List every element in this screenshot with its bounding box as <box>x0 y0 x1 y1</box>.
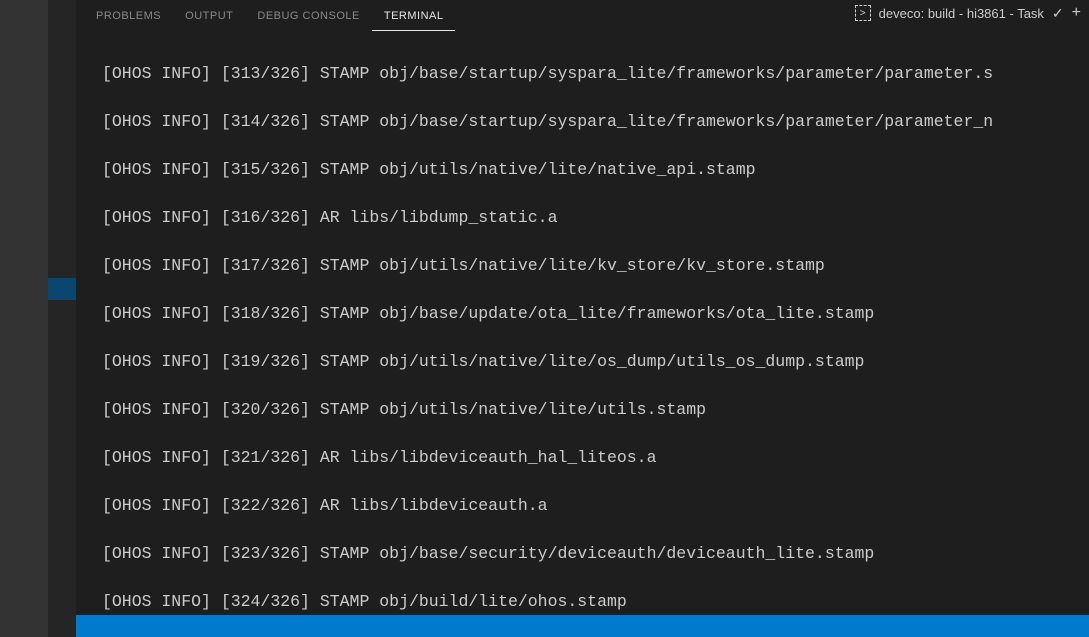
task-picker[interactable]: > deveco: build - hi3861 - Task ✓ + <box>855 4 1081 22</box>
terminal-line: [OHOS INFO] [323/326] STAMP obj/base/sec… <box>102 542 1089 566</box>
sidebar <box>48 0 76 637</box>
terminal-line: [OHOS INFO] [317/326] STAMP obj/utils/na… <box>102 254 1089 278</box>
terminal-line: [OHOS INFO] [319/326] STAMP obj/utils/na… <box>102 350 1089 374</box>
terminal-output[interactable]: [OHOS INFO] [313/326] STAMP obj/base/sta… <box>76 32 1089 615</box>
terminal-line: [OHOS INFO] [315/326] STAMP obj/utils/na… <box>102 158 1089 182</box>
task-run-icon[interactable]: > <box>855 5 871 21</box>
panel-tabs: PROBLEMS OUTPUT DEBUG CONSOLE TERMINAL >… <box>76 0 1089 32</box>
terminal-line: [OHOS INFO] [313/326] STAMP obj/base/sta… <box>102 62 1089 86</box>
terminal-line: [OHOS INFO] [322/326] AR libs/libdevicea… <box>102 494 1089 518</box>
terminal-line: [OHOS INFO] [314/326] STAMP obj/base/sta… <box>102 110 1089 134</box>
terminal-line: [OHOS INFO] [324/326] STAMP obj/build/li… <box>102 590 1089 614</box>
check-icon: ✓ <box>1052 5 1064 22</box>
tab-terminal[interactable]: TERMINAL <box>372 2 456 31</box>
tab-problems[interactable]: PROBLEMS <box>84 2 173 30</box>
terminal-line: [OHOS INFO] [321/326] AR libs/libdevicea… <box>102 446 1089 470</box>
tab-output[interactable]: OUTPUT <box>173 2 245 30</box>
task-label: deveco: build - hi3861 - Task <box>879 6 1044 21</box>
terminal-line: [OHOS INFO] [318/326] STAMP obj/base/upd… <box>102 302 1089 326</box>
status-bar[interactable] <box>76 615 1089 637</box>
terminal-line: [OHOS INFO] [320/326] STAMP obj/utils/na… <box>102 398 1089 422</box>
new-terminal-button[interactable]: + <box>1072 4 1081 22</box>
activity-bar <box>0 0 48 637</box>
sidebar-active-item[interactable] <box>48 278 76 300</box>
tab-debug-console[interactable]: DEBUG CONSOLE <box>245 2 371 30</box>
terminal-line: [OHOS INFO] [316/326] AR libs/libdump_st… <box>102 206 1089 230</box>
